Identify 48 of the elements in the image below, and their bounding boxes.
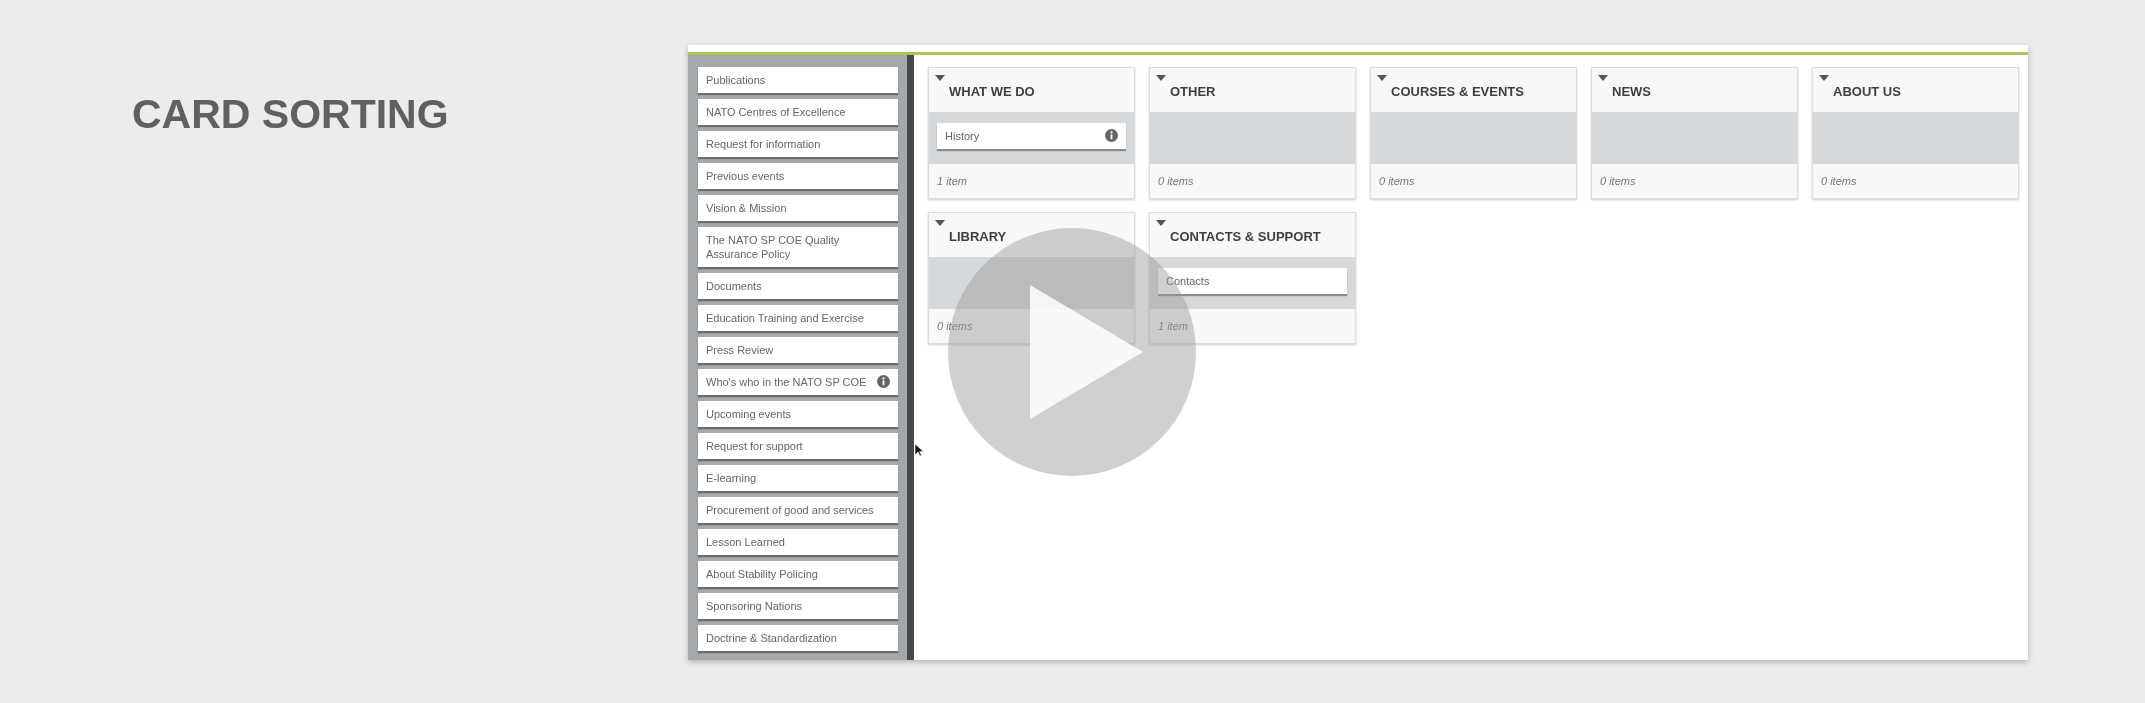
sort-card[interactable]: Previous events xyxy=(698,163,898,189)
item-count: 1 item xyxy=(937,173,967,189)
item-count: 0 items xyxy=(1600,173,1636,189)
info-icon[interactable] xyxy=(877,375,890,388)
scrollbar[interactable] xyxy=(907,55,914,660)
category-title: ABOUT US xyxy=(1833,83,1901,101)
caret-icon[interactable] xyxy=(935,75,945,81)
item-count: 1 item xyxy=(1158,318,1188,334)
item-count: 0 items xyxy=(937,318,973,334)
caret-icon[interactable] xyxy=(1819,75,1829,81)
info-icon[interactable] xyxy=(1105,129,1118,142)
sort-card[interactable]: Upcoming events xyxy=(698,401,898,427)
sort-card[interactable]: About Stability Policing xyxy=(698,561,898,587)
sort-card[interactable]: The NATO SP COE Quality Assurance Policy xyxy=(698,227,898,267)
sort-card[interactable]: Sponsoring Nations xyxy=(698,593,898,619)
category-title: CONTACTS & SUPPORT xyxy=(1170,228,1321,246)
sort-card[interactable]: Education Training and Exercise xyxy=(698,305,898,331)
category-title: NEWS xyxy=(1612,83,1651,101)
drop-zone[interactable]: History xyxy=(929,112,1134,164)
item-count: 0 items xyxy=(1379,173,1415,189)
sort-card[interactable]: Request for information xyxy=(698,131,898,157)
sort-card[interactable]: E-learning xyxy=(698,465,898,491)
item-count: 0 items xyxy=(1821,173,1857,189)
sort-card[interactable]: History xyxy=(937,123,1126,149)
item-count: 0 items xyxy=(1158,173,1194,189)
sort-card[interactable]: Doctrine & Standardization xyxy=(698,625,898,651)
sort-card[interactable]: Vision & Mission xyxy=(698,195,898,221)
caret-icon[interactable] xyxy=(1156,75,1166,81)
caret-icon[interactable] xyxy=(1377,75,1387,81)
sort-card[interactable]: Publications xyxy=(698,67,898,93)
sort-card[interactable]: Lesson Learned xyxy=(698,529,898,555)
sort-card[interactable]: Press Review xyxy=(698,337,898,363)
category-title: COURSES & EVENTS xyxy=(1391,83,1524,101)
sort-card[interactable]: Who's who in the NATO SP COE xyxy=(698,369,898,395)
caret-icon[interactable] xyxy=(1156,220,1166,226)
sort-card[interactable]: Contacts xyxy=(1158,268,1347,294)
sort-card[interactable]: Documents xyxy=(698,273,898,299)
cursor-icon xyxy=(915,444,924,457)
category-title: WHAT WE DO xyxy=(949,83,1035,101)
slide-title: CARD SORTING xyxy=(132,90,450,139)
drop-zone[interactable]: Contacts xyxy=(1150,257,1355,309)
sort-card[interactable]: Procurement of good and services xyxy=(698,497,898,523)
sort-card[interactable]: NATO Centres of Excellence xyxy=(698,99,898,125)
category-title: OTHER xyxy=(1170,83,1216,101)
category-title: LIBRARY xyxy=(949,228,1007,246)
sort-card[interactable]: Request for support xyxy=(698,433,898,459)
caret-icon[interactable] xyxy=(1598,75,1608,81)
caret-icon[interactable] xyxy=(935,220,945,226)
